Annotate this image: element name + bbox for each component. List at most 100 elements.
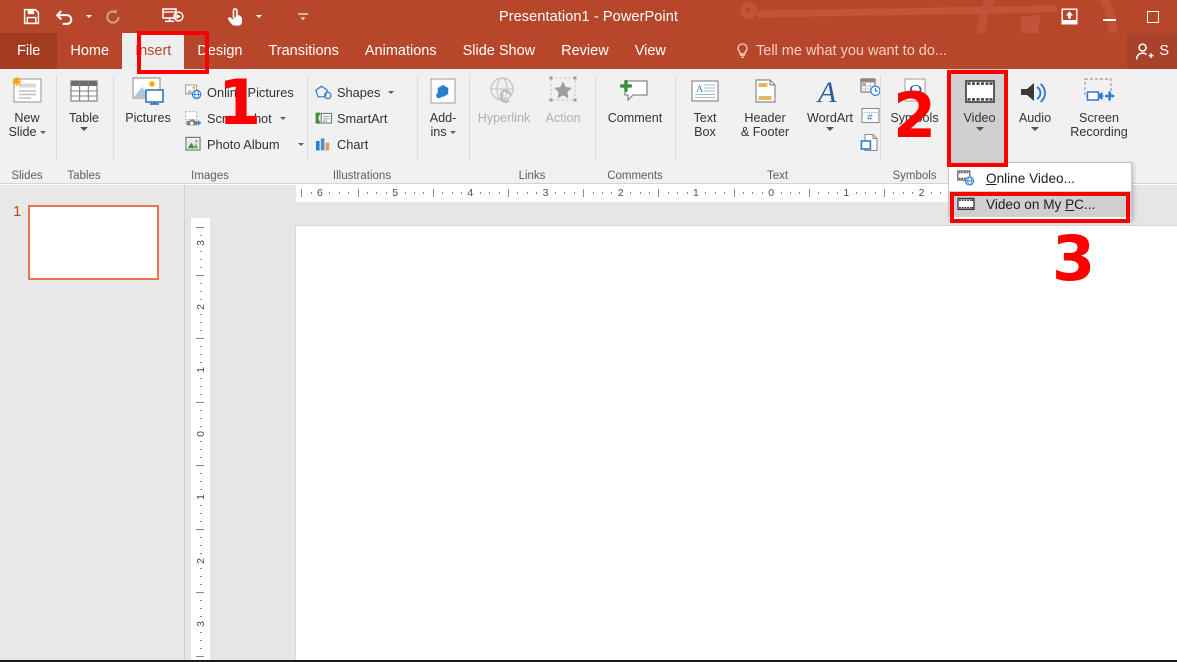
ribbon-group-slides: New Slide Slides — [0, 69, 54, 184]
ribbon-group-text: A Text Box Header & Footer A WordArt # T… — [677, 69, 881, 184]
annotation-number-1: 1 — [218, 66, 262, 139]
ruler-tick — [536, 192, 538, 194]
ruler-tick — [199, 362, 202, 364]
customize-qat-icon[interactable] — [286, 3, 320, 31]
table-button[interactable]: Table — [59, 69, 109, 131]
smartart-icon — [315, 110, 332, 127]
tab-insert[interactable]: Insert — [122, 33, 185, 69]
ruler-tick — [884, 189, 885, 197]
chevron-down-icon[interactable] — [449, 130, 456, 134]
video-button[interactable]: Video — [951, 69, 1008, 165]
annotation-number-3: 3 — [1052, 222, 1096, 295]
ruler-tick — [808, 189, 810, 197]
save-icon[interactable] — [14, 3, 48, 31]
smartart-button[interactable]: SmartArt — [315, 107, 387, 129]
slide-thumbnail-1[interactable] — [28, 205, 159, 280]
chevron-down-icon[interactable] — [826, 127, 834, 131]
slide-canvas[interactable] — [295, 225, 1177, 660]
comment-button[interactable]: Comment — [599, 69, 671, 125]
ruler-tick — [199, 616, 202, 618]
chevron-down-icon[interactable] — [80, 127, 88, 131]
add-ins-label-2: ins — [430, 125, 447, 139]
photo-album-icon — [185, 136, 202, 153]
wordart-button[interactable]: A WordArt — [801, 69, 859, 131]
ruler-tick — [855, 192, 857, 194]
ruler-tick — [743, 192, 744, 194]
tab-file[interactable]: File — [0, 33, 58, 69]
start-presentation-icon[interactable] — [156, 3, 190, 31]
tab-view[interactable]: View — [622, 33, 679, 69]
tab-review[interactable]: Review — [548, 33, 622, 69]
slide-thumbnail-pane[interactable]: 1 — [0, 185, 185, 660]
chevron-down-icon[interactable] — [297, 142, 304, 146]
vertical-ruler: 3 2 1 0 1 2 3 — [191, 218, 210, 660]
new-slide-button[interactable]: New Slide — [2, 69, 52, 139]
comment-icon — [617, 74, 653, 108]
ruler-tick-label: 2 — [918, 187, 925, 199]
ruler-tick — [376, 192, 378, 194]
ruler-tick-label: 3 — [542, 187, 549, 199]
ruler-tick-label: 0 — [768, 187, 775, 199]
chevron-down-icon[interactable] — [975, 127, 984, 131]
ribbon-group-comments: Comment Comments — [597, 69, 673, 184]
tab-home[interactable]: Home — [57, 33, 122, 69]
ruler-tick — [442, 192, 444, 194]
chevron-down-icon[interactable] — [1031, 127, 1039, 131]
menu-item-video-on-my-pc[interactable]: Video on My PC... — [949, 191, 1131, 217]
shapes-button[interactable]: Shapes — [315, 81, 395, 103]
tab-animations[interactable]: Animations — [352, 33, 450, 69]
chart-icon — [315, 136, 332, 153]
chevron-down-icon[interactable] — [388, 90, 395, 94]
slide-thumbnail-number: 1 — [13, 203, 22, 220]
menu-item-online-video[interactable]: Online Video... — [949, 165, 1131, 191]
screen-recording-button[interactable]: Screen Recording — [1062, 69, 1136, 139]
undo-dropdown-icon[interactable] — [82, 3, 96, 31]
ruler-tick — [338, 192, 340, 194]
text-box-label-2: Box — [694, 125, 716, 139]
ruler-tick — [677, 192, 679, 194]
ruler-tick — [199, 576, 202, 578]
tab-design[interactable]: Design — [184, 33, 255, 69]
touch-mode-dropdown-icon[interactable] — [252, 3, 266, 31]
audio-button[interactable]: Audio — [1009, 69, 1061, 131]
group-label-tables: Tables — [67, 170, 101, 182]
tab-slide-show[interactable]: Slide Show — [450, 33, 549, 69]
ribbon-display-options-icon[interactable] — [1051, 0, 1087, 33]
add-ins-button[interactable]: Add- ins — [421, 69, 465, 139]
pictures-button[interactable]: Pictures — [119, 69, 177, 125]
undo-icon[interactable] — [48, 3, 82, 31]
ruler-tick — [818, 192, 820, 194]
group-label-links: Links — [518, 170, 546, 182]
action-button: Action — [535, 69, 591, 125]
screen-recording-icon — [1079, 74, 1119, 108]
ruler-tick — [199, 489, 202, 491]
touch-mode-icon[interactable] — [218, 3, 252, 31]
action-label: Action — [545, 111, 581, 125]
tell-me-search[interactable]: Tell me what you want to do... — [736, 33, 947, 69]
ruler-tick — [199, 544, 202, 546]
ruler-tick — [479, 192, 481, 194]
wordart-label: WordArt — [807, 111, 853, 125]
text-box-button[interactable]: A Text Box — [681, 69, 729, 139]
ruler-tick-label: 3 — [195, 240, 207, 246]
tab-transitions[interactable]: Transitions — [255, 33, 351, 69]
header-footer-icon — [748, 74, 782, 108]
ruler-tick — [733, 189, 735, 197]
chevron-down-icon[interactable] — [279, 116, 286, 120]
sign-in-button[interactable]: S — [1127, 33, 1177, 69]
svg-text:#: # — [867, 112, 873, 123]
minimize-button[interactable] — [1087, 0, 1131, 33]
video-dropdown-menu: Online Video... Video on My PC... — [948, 162, 1132, 220]
ruler-tick — [199, 425, 202, 427]
ruler-tick — [517, 192, 519, 194]
maximize-button[interactable] — [1131, 0, 1175, 33]
chevron-down-icon[interactable] — [39, 130, 46, 134]
window-controls — [1051, 0, 1175, 33]
ruler-tick — [199, 473, 202, 475]
ruler-tick-label: 2 — [617, 187, 624, 199]
group-divider — [307, 75, 308, 161]
chart-button[interactable]: Chart — [315, 133, 368, 155]
svg-text:A: A — [816, 76, 837, 108]
header-footer-button[interactable]: Header & Footer — [729, 69, 801, 139]
text-box-label-1: Text — [693, 111, 717, 125]
